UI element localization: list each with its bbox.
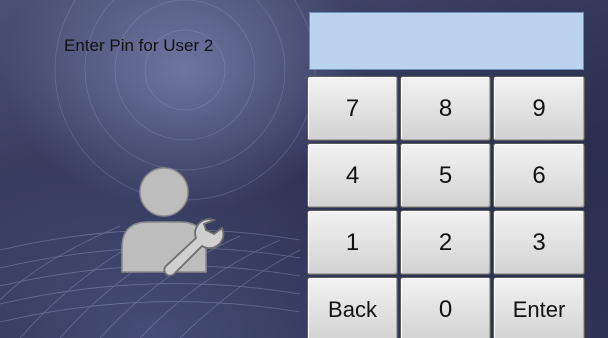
user-settings-icon — [121, 167, 225, 276]
pin-entry-screen: Enter Pin for User 2 7 8 9 4 5 6 1 2 3 B… — [0, 0, 608, 338]
numeric-keypad: 7 8 9 4 5 6 1 2 3 Back 0 Enter — [307, 76, 587, 338]
key-4[interactable]: 4 — [307, 143, 398, 208]
user-silhouette — [121, 167, 207, 273]
pin-input-display[interactable] — [309, 12, 584, 70]
back-button[interactable]: Back — [307, 277, 398, 338]
key-7[interactable]: 7 — [307, 76, 398, 141]
key-5[interactable]: 5 — [400, 143, 491, 208]
key-2[interactable]: 2 — [400, 210, 491, 275]
key-3[interactable]: 3 — [493, 210, 585, 275]
enter-button[interactable]: Enter — [493, 277, 585, 338]
key-8[interactable]: 8 — [400, 76, 491, 141]
key-0[interactable]: 0 — [400, 277, 491, 338]
pin-prompt-label: Enter Pin for User 2 — [64, 36, 214, 55]
key-6[interactable]: 6 — [493, 143, 585, 208]
key-9[interactable]: 9 — [493, 76, 585, 141]
key-1[interactable]: 1 — [307, 210, 398, 275]
